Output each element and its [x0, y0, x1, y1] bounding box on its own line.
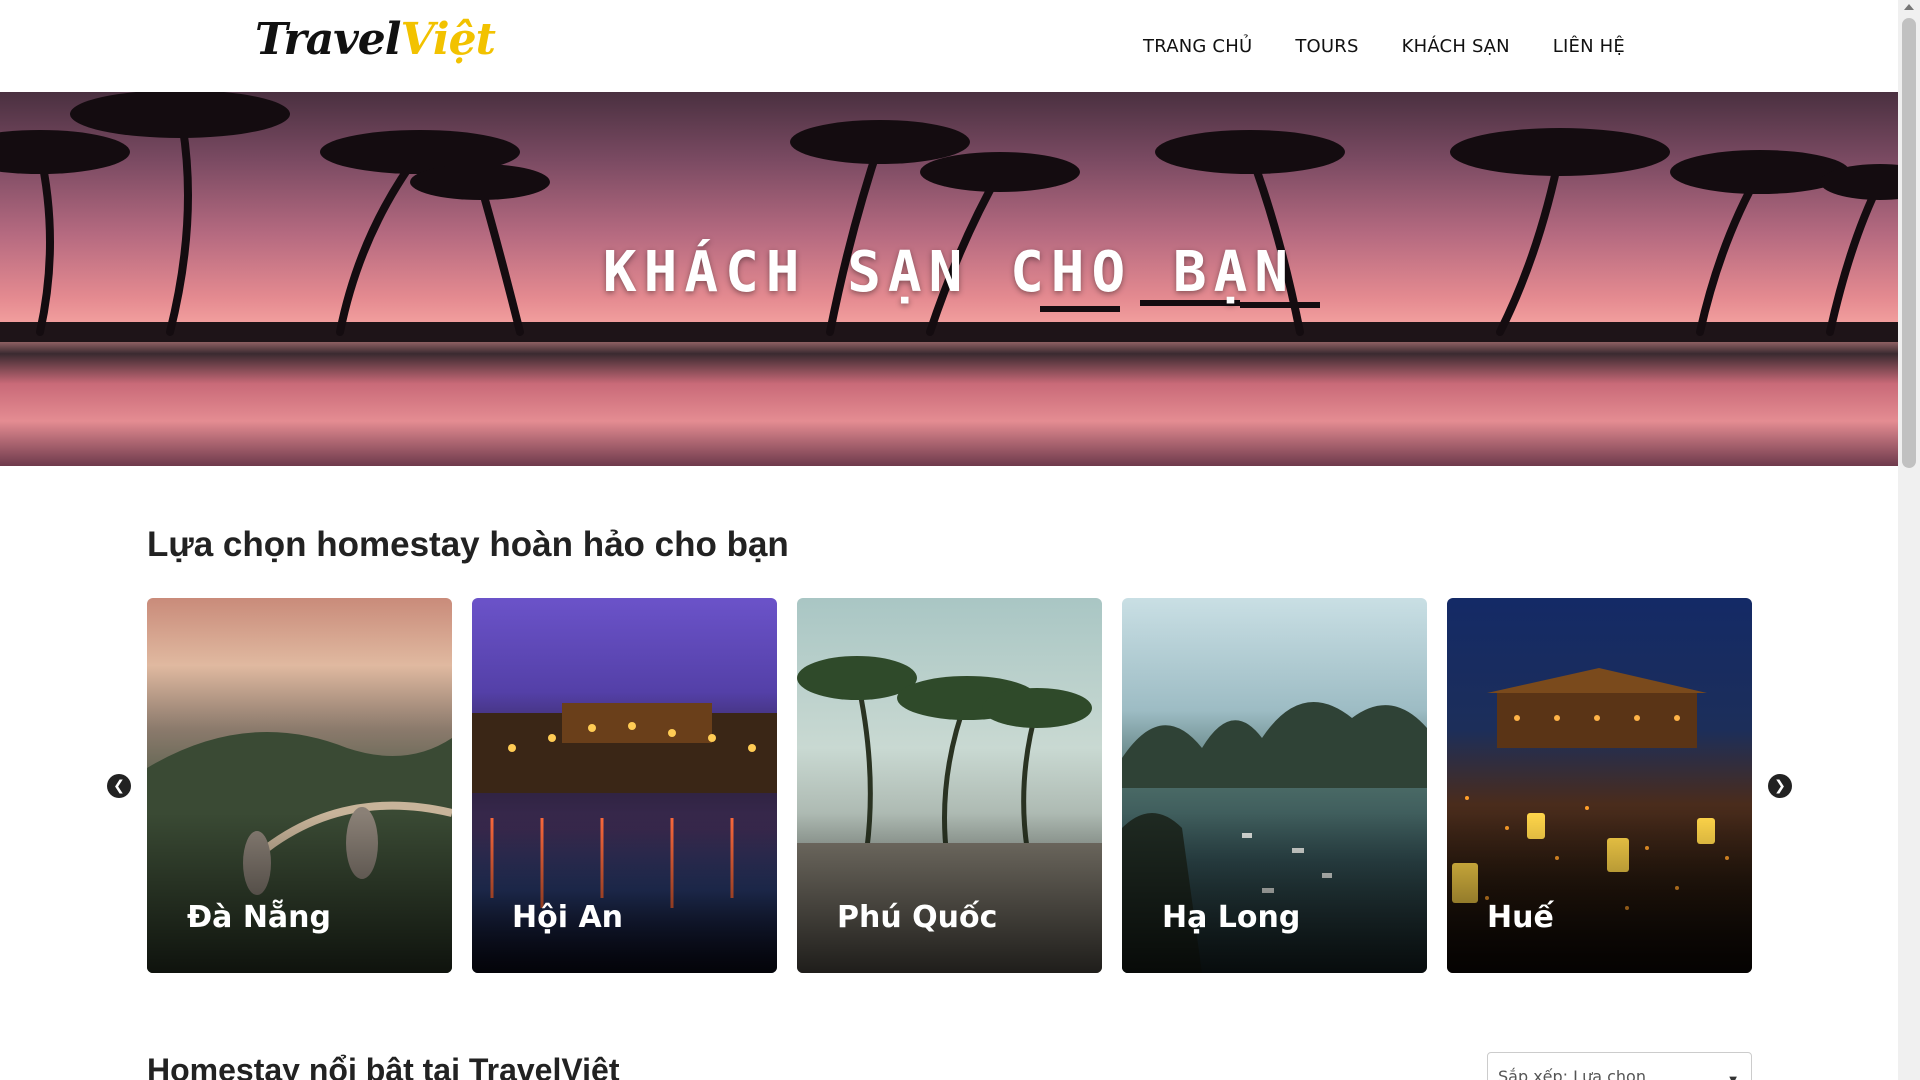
card-hoi-an[interactable]: Hội An — [472, 598, 777, 973]
card-title: Hội An — [512, 900, 624, 935]
nav-tours[interactable]: TOURS — [1295, 36, 1358, 57]
card-title: Đà Nẵng — [187, 900, 332, 935]
card-shade — [1447, 813, 1752, 973]
sort-select[interactable]: Sắp xếp: Lựa chọn ▼ — [1487, 1052, 1752, 1080]
hero-title: KHÁCH SẠN CHO BẠN — [602, 240, 1296, 305]
nav-home[interactable]: TRANG CHỦ — [1143, 36, 1252, 57]
main-nav: TRANG CHỦ TOURS KHÁCH SẠN LIÊN HỆ — [1143, 36, 1625, 57]
card-ha-long[interactable]: Hạ Long — [1122, 598, 1427, 973]
logo-text-viet: Việt — [400, 14, 496, 65]
nav-hotels[interactable]: KHÁCH SẠN — [1402, 36, 1510, 57]
card-hue[interactable]: Huế — [1447, 598, 1752, 973]
logo-text-travel: Travel — [255, 14, 402, 65]
card-shade — [472, 813, 777, 973]
section-title: Lựa chọn homestay hoàn hảo cho bạn — [147, 525, 789, 564]
chevron-right-icon[interactable]: ❯ — [1768, 774, 1792, 798]
card-shade — [1122, 813, 1427, 973]
card-phu-quoc[interactable]: Phú Quốc — [797, 598, 1102, 973]
card-title: Phú Quốc — [837, 900, 998, 935]
nav-contact[interactable]: LIÊN HỆ — [1553, 36, 1625, 57]
caret-down-icon: ▼ — [1729, 1075, 1737, 1080]
destination-carousel: ❮ Đà Nẵng Hội An Phú Quốc Hạ Long Huế ❯ — [95, 598, 1795, 974]
card-title: Hạ Long — [1162, 900, 1301, 935]
sort-label: Sắp xếp: — [1498, 1067, 1569, 1080]
scrollbar-thumb[interactable] — [1902, 18, 1916, 468]
vertical-scrollbar[interactable] — [1898, 0, 1920, 1080]
chevron-left-icon[interactable]: ❮ — [107, 774, 131, 798]
card-list: Đà Nẵng Hội An Phú Quốc Hạ Long Huế — [147, 598, 1752, 973]
section2-title: Homestay nổi bật tại TravelViệt — [147, 1052, 620, 1080]
hero-banner: KHÁCH SẠN CHO BẠN — [0, 92, 1898, 466]
scroll-up-icon[interactable] — [1904, 4, 1914, 10]
card-title: Huế — [1487, 900, 1554, 935]
card-shade — [797, 813, 1102, 973]
sort-value: Lựa chọn — [1573, 1067, 1646, 1080]
site-header: TravelViệt TRANG CHỦ TOURS KHÁCH SẠN LIÊ… — [0, 0, 1898, 92]
logo[interactable]: TravelViệt — [255, 14, 496, 65]
card-da-nang[interactable]: Đà Nẵng — [147, 598, 452, 973]
card-shade — [147, 813, 452, 973]
